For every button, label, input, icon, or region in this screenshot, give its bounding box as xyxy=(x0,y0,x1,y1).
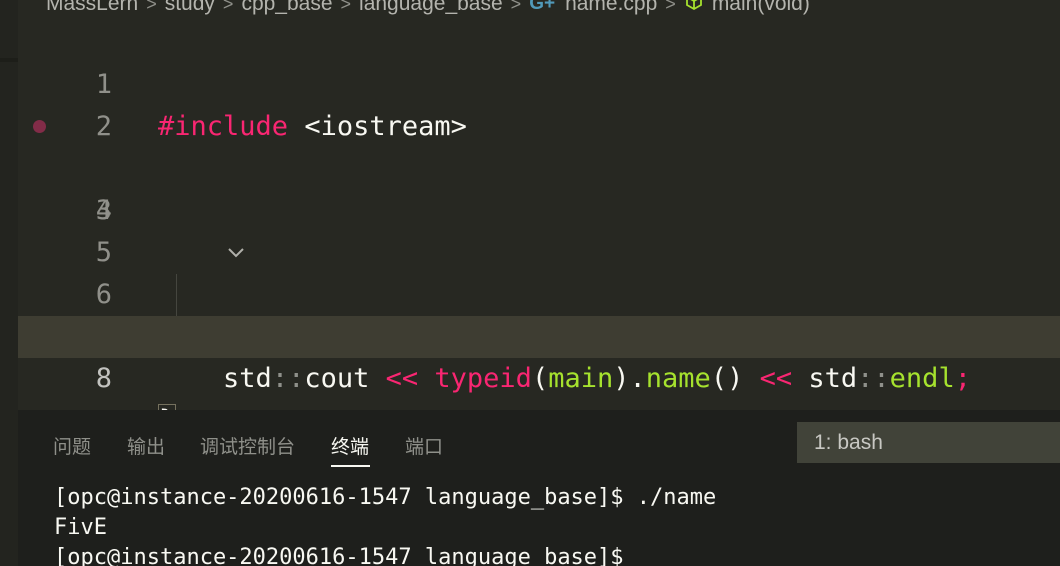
call-parens: () xyxy=(710,363,744,394)
terminal-line: FivE xyxy=(54,515,107,540)
breadcrumb-item-symbol[interactable]: main(void) xyxy=(712,0,810,16)
bottom-panel: 问题 输出 调试控制台 终端 端口 1: bash [opc@instance-… xyxy=(18,410,1060,566)
tab-ports[interactable]: 端口 xyxy=(405,432,443,459)
breakpoint-icon[interactable] xyxy=(33,120,46,133)
activity-bar-strip xyxy=(0,0,18,566)
cpp-file-icon: G+ xyxy=(529,0,556,14)
terminal-line: [opc@instance-20200616-1547 language_bas… xyxy=(54,545,624,566)
namespace-std: std xyxy=(808,363,858,394)
breadcrumb-separator: > xyxy=(146,0,157,14)
terminal-selector-dropdown[interactable]: 1: bash xyxy=(797,422,1060,463)
tab-terminal[interactable]: 终端 xyxy=(331,432,369,459)
code-line[interactable]: 5 int main(void) xyxy=(18,190,1060,352)
paren-open: ( xyxy=(531,363,549,394)
code-line-current[interactable]: 8 } xyxy=(18,316,1060,437)
breadcrumb-item-file[interactable]: name.cpp xyxy=(565,0,657,16)
code-editor[interactable]: 1 #include <iostream> 2 3 4 5 int main(v… xyxy=(18,22,1060,437)
method-cube-icon xyxy=(684,0,704,17)
breadcrumb-separator: > xyxy=(665,0,676,14)
code-line[interactable]: 1 #include <iostream> xyxy=(18,22,1060,142)
semicolon: ; xyxy=(954,363,971,394)
member-dot: . xyxy=(629,363,646,394)
typeid-keyword: typeid xyxy=(434,363,532,394)
cout-identifier: cout xyxy=(304,363,370,394)
scope-operator: :: xyxy=(857,363,890,394)
breadcrumb: MassLern > study > cpp_base > language_b… xyxy=(46,0,810,19)
stream-operator: << xyxy=(759,363,793,394)
typeid-argument: main xyxy=(548,363,614,394)
tab-problems[interactable]: 问题 xyxy=(53,432,91,459)
indent-guide xyxy=(176,274,177,316)
active-tab-indicator xyxy=(331,465,370,467)
namespace-std: std xyxy=(223,363,272,394)
code-line[interactable]: 4 xyxy=(18,148,1060,226)
tab-output[interactable]: 输出 xyxy=(127,432,165,459)
terminal-line: [opc@instance-20200616-1547 language_bas… xyxy=(54,485,717,510)
code-line[interactable]: 6 { xyxy=(18,232,1060,353)
code-line[interactable]: 3 xyxy=(18,106,1060,226)
code-text: std::cout << typeid(main).name() << std:… xyxy=(158,358,971,400)
breadcrumb-item-study[interactable]: study xyxy=(165,0,215,16)
breadcrumb-item-masslern[interactable]: MassLern xyxy=(46,0,138,16)
breadcrumb-item-language-base[interactable]: language_base xyxy=(359,0,503,16)
vscode-window: MassLern > study > cpp_base > language_b… xyxy=(0,0,1060,566)
code-line[interactable]: 7 std::cout << typeid(main).name() << st… xyxy=(18,274,1060,394)
breadcrumb-separator: > xyxy=(340,0,352,14)
terminal-output[interactable]: [opc@instance-20200616-1547 language_bas… xyxy=(54,483,716,566)
panel-tabs: 问题 输出 调试控制台 终端 端口 xyxy=(18,410,798,478)
code-line[interactable]: 2 xyxy=(18,64,1060,142)
breadcrumb-item-cpp-base[interactable]: cpp_base xyxy=(241,0,332,16)
line-number: 8 xyxy=(18,358,112,400)
breadcrumb-separator: > xyxy=(222,0,234,14)
stream-operator: << xyxy=(385,363,419,394)
activity-bar-divider xyxy=(0,58,18,62)
endl-identifier: endl xyxy=(889,363,955,394)
name-method: name xyxy=(645,363,711,394)
paren-close: ) xyxy=(613,363,630,394)
breadcrumb-separator: > xyxy=(510,0,522,14)
scope-operator: :: xyxy=(271,363,305,394)
tab-debug-console[interactable]: 调试控制台 xyxy=(200,432,295,459)
